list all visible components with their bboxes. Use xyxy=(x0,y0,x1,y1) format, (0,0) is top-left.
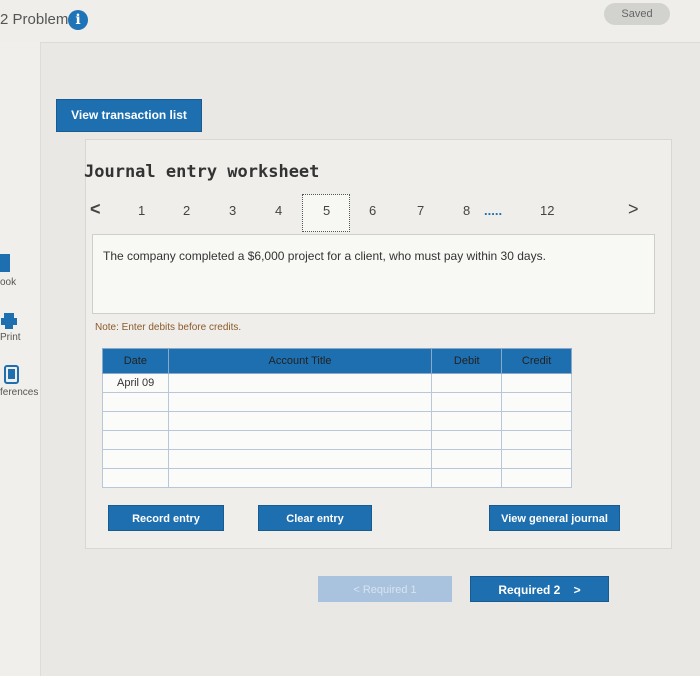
table-row: April 09 xyxy=(102,373,572,393)
debit-cell[interactable] xyxy=(431,449,503,469)
info-icon[interactable]: i xyxy=(68,10,88,30)
credit-cell[interactable] xyxy=(501,373,572,393)
page-2[interactable]: 2 xyxy=(183,203,190,218)
top-bar: 2 Problem i Saved xyxy=(0,0,700,43)
debit-cell[interactable] xyxy=(431,392,503,412)
credit-cell[interactable] xyxy=(501,449,572,469)
credit-cell[interactable] xyxy=(501,468,572,488)
entry-note: Note: Enter debits before credits. xyxy=(95,322,242,333)
page-7[interactable]: 7 xyxy=(417,203,424,218)
account-title-cell[interactable] xyxy=(167,373,433,393)
credit-cell[interactable] xyxy=(501,430,572,450)
table-row xyxy=(102,468,572,488)
date-cell[interactable] xyxy=(102,430,169,450)
table-row xyxy=(102,392,572,412)
page-3[interactable]: 3 xyxy=(229,203,236,218)
journal-entry-table: Date Account Title Debit Credit April 09 xyxy=(102,348,572,488)
problem-label: 2 Problem xyxy=(0,11,69,28)
date-cell[interactable] xyxy=(102,411,169,431)
page-4[interactable]: 4 xyxy=(275,203,282,218)
credit-cell[interactable] xyxy=(501,411,572,431)
record-entry-button[interactable]: Record entry xyxy=(108,505,224,531)
required-2-button[interactable]: Required 2 > xyxy=(470,576,609,602)
transaction-description: The company completed a $6,000 project f… xyxy=(103,249,546,263)
required-2-label: Required 2 xyxy=(498,583,561,597)
debit-cell[interactable] xyxy=(431,373,503,393)
page-12[interactable]: 12 xyxy=(540,203,554,218)
column-header-debit: Debit xyxy=(431,348,503,374)
column-header-date: Date xyxy=(102,348,169,374)
sidebar-item-print[interactable]: Print xyxy=(0,332,21,343)
transaction-description-box xyxy=(92,234,655,314)
debit-cell[interactable] xyxy=(431,468,503,488)
account-title-cell[interactable] xyxy=(167,392,433,412)
page-ellipsis: ..... xyxy=(484,203,503,218)
page-5-selected[interactable]: 5 xyxy=(302,194,350,232)
page-8[interactable]: 8 xyxy=(463,203,470,218)
saved-badge: Saved xyxy=(604,3,670,25)
date-cell[interactable] xyxy=(102,392,169,412)
page-6[interactable]: 6 xyxy=(369,203,376,218)
table-row xyxy=(102,411,572,431)
date-cell[interactable] xyxy=(102,468,169,488)
clear-entry-button[interactable]: Clear entry xyxy=(258,505,372,531)
chevron-right-icon: > xyxy=(573,583,581,597)
worksheet-title: Journal entry worksheet xyxy=(84,162,320,182)
view-transaction-list-button[interactable]: View transaction list xyxy=(56,99,202,132)
account-title-cell[interactable] xyxy=(167,468,433,488)
page-1[interactable]: 1 xyxy=(138,203,145,218)
table-row xyxy=(102,449,572,469)
debit-cell[interactable] xyxy=(431,411,503,431)
credit-cell[interactable] xyxy=(501,392,572,412)
sidebar: ook Print ferences xyxy=(0,42,41,676)
next-page-arrow[interactable]: > xyxy=(628,199,639,220)
column-header-account-title: Account Title xyxy=(167,348,433,374)
printer-icon[interactable] xyxy=(0,312,18,330)
required-1-button: < Required 1 xyxy=(318,576,452,602)
account-title-cell[interactable] xyxy=(167,411,433,431)
date-cell[interactable] xyxy=(102,449,169,469)
column-header-credit: Credit xyxy=(501,348,572,374)
page-5[interactable]: 5 xyxy=(323,203,330,218)
book-icon[interactable] xyxy=(0,254,10,272)
view-general-journal-button[interactable]: View general journal xyxy=(489,505,620,531)
references-icon[interactable] xyxy=(3,365,21,385)
table-row xyxy=(102,430,572,450)
debit-cell[interactable] xyxy=(431,430,503,450)
account-title-cell[interactable] xyxy=(167,430,433,450)
sidebar-item-book[interactable]: ook xyxy=(0,277,16,288)
sidebar-item-references[interactable]: ferences xyxy=(0,387,38,398)
prev-page-arrow[interactable]: < xyxy=(90,199,101,220)
date-cell[interactable]: April 09 xyxy=(102,373,169,393)
account-title-cell[interactable] xyxy=(167,449,433,469)
